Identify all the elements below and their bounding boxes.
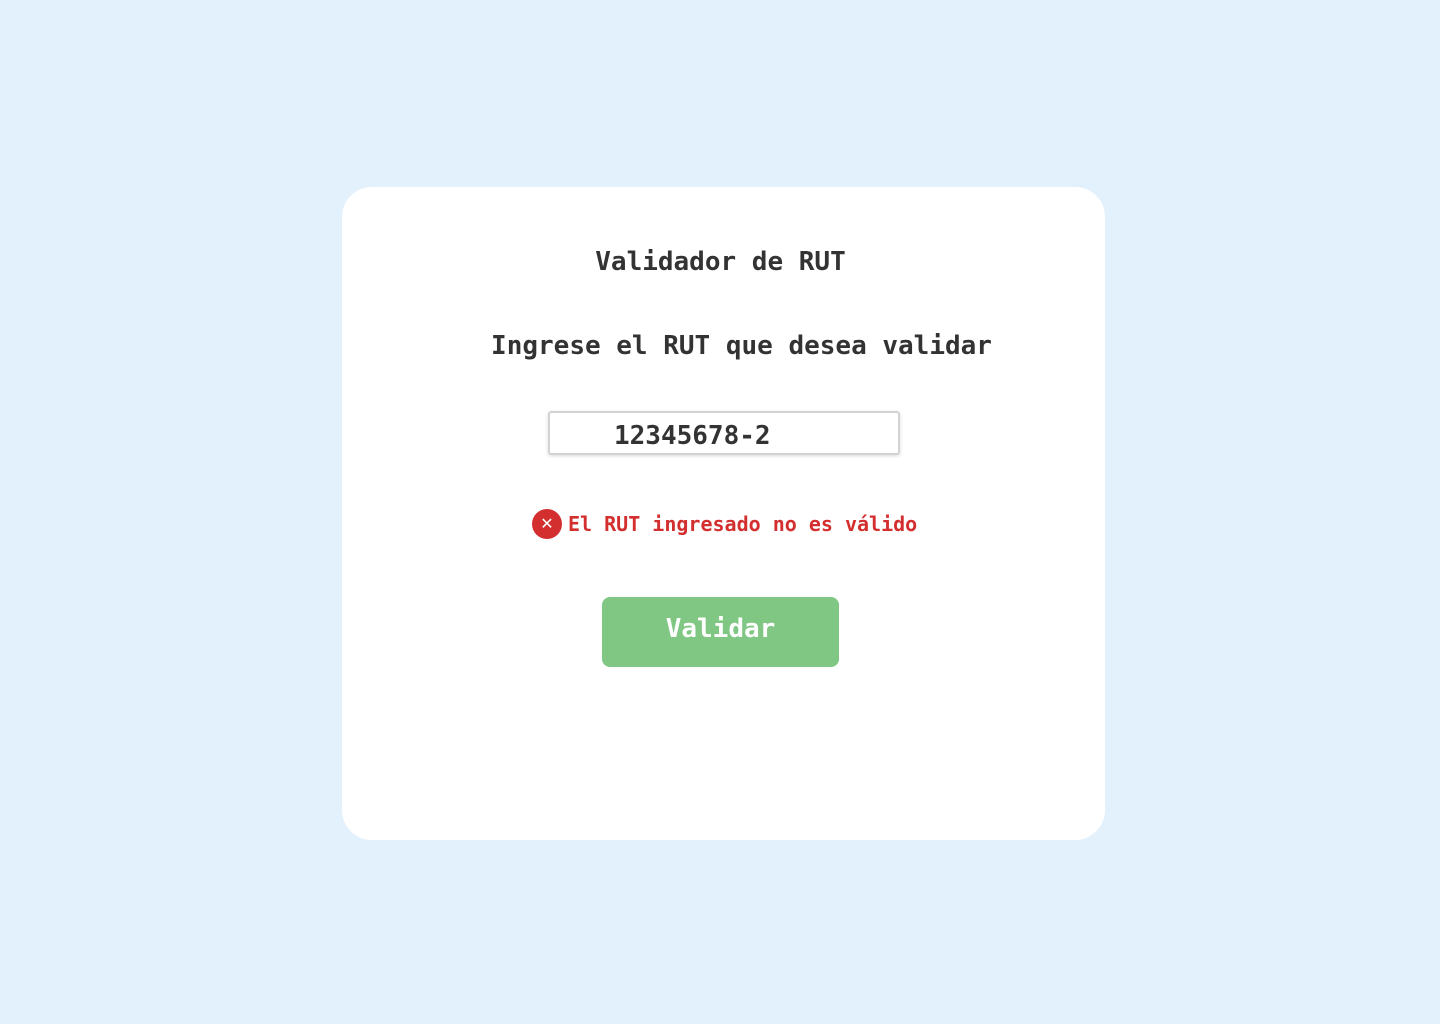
error-x-icon: ✕	[532, 509, 562, 539]
validate-button[interactable]: Validar	[602, 597, 839, 667]
page-title: Validador de RUT	[595, 247, 846, 277]
rut-input[interactable]	[548, 411, 900, 455]
validator-card: Validador de RUT Ingrese el RUT que dese…	[342, 187, 1105, 840]
error-message-text: El RUT ingresado no es válido	[568, 512, 918, 536]
error-message: ✕ El RUT ingresado no es válido	[532, 509, 917, 539]
rut-prompt-label: Ingrese el RUT que desea validar	[491, 331, 992, 361]
